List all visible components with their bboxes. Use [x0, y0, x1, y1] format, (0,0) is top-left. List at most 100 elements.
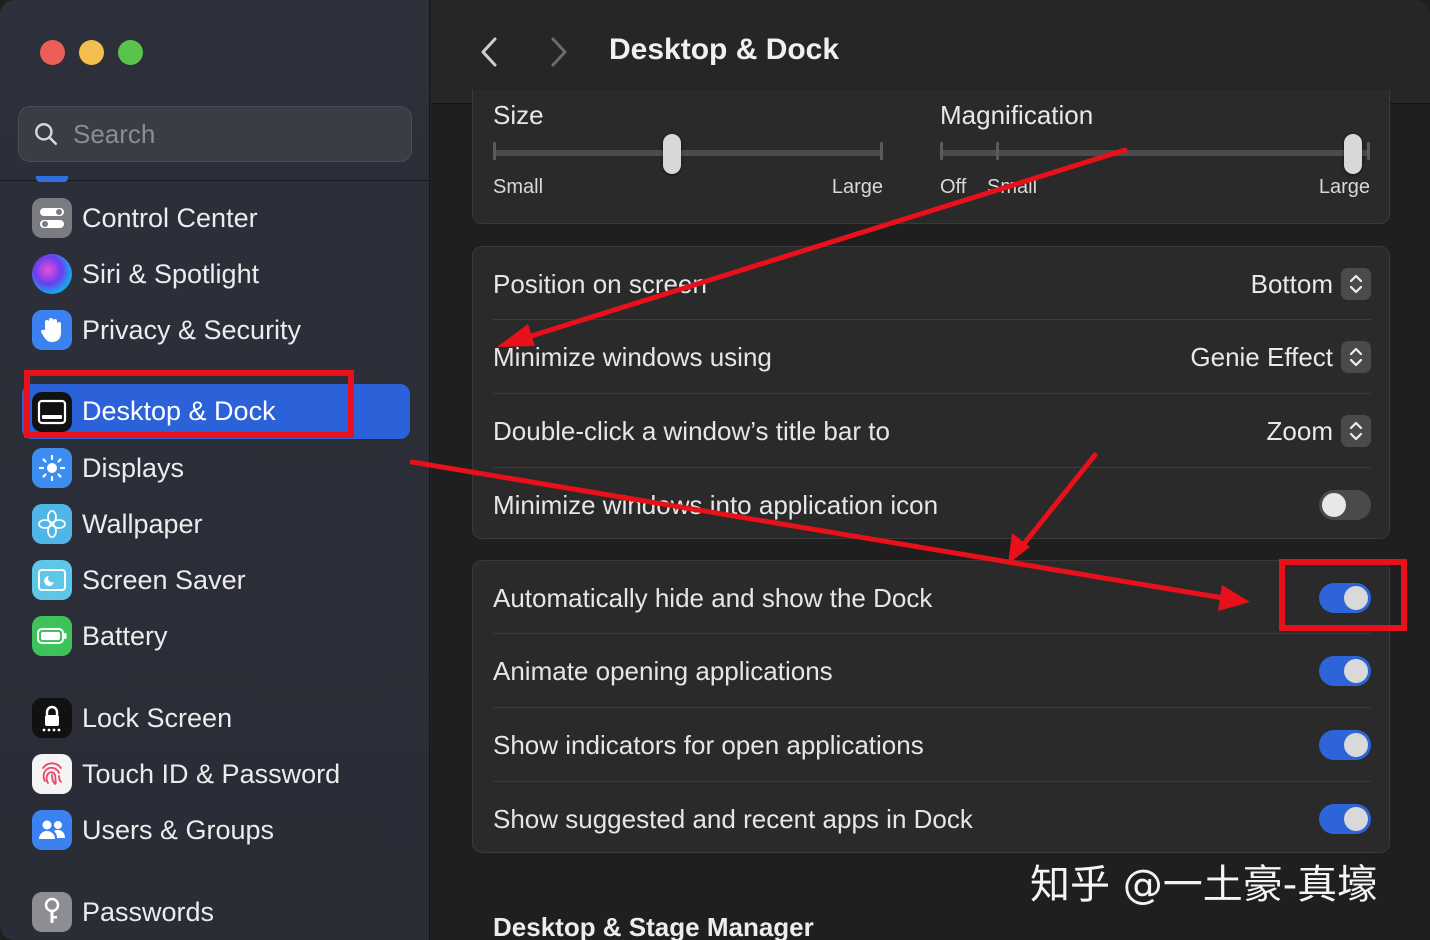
dock-behavior-card: Position on screen Bottom Minimize windo… — [472, 246, 1390, 539]
sun-icon — [32, 448, 72, 488]
size-min-label: Small — [493, 176, 544, 198]
sidebar-item-screen-saver[interactable]: Screen Saver — [22, 553, 410, 607]
minimize-effect-popup[interactable]: Genie Effect — [1190, 341, 1371, 373]
sidebar-item-label: Battery — [82, 620, 168, 651]
size-max-label: Large — [831, 176, 883, 198]
search-input[interactable] — [73, 118, 393, 150]
sidebar-item-label: Users & Groups — [82, 814, 275, 845]
indicators-toggle[interactable] — [1319, 730, 1371, 760]
updown-chevron-icon — [1341, 415, 1371, 447]
magnification-tick — [996, 142, 999, 160]
chevron-left-icon — [481, 37, 497, 67]
fingerprint-icon — [32, 754, 72, 794]
setting-row-autohide: Automatically hide and show the Dock — [493, 561, 1371, 635]
sidebar-item-label: Screen Saver — [82, 564, 246, 595]
popup-value: Genie Effect — [1190, 341, 1333, 372]
minimize-button[interactable] — [79, 40, 104, 65]
updown-chevron-icon — [1341, 268, 1371, 300]
magnification-title: Magnification — [940, 100, 1094, 130]
suggested-apps-toggle[interactable] — [1319, 804, 1371, 834]
position-popup[interactable]: Bottom — [1251, 268, 1371, 300]
size-slider-group: Size Small Large — [493, 100, 883, 198]
size-slider-knob[interactable] — [663, 134, 682, 174]
magnification-off-label: Off — [940, 176, 967, 198]
dock-size-card: Size Small Large Magnification Off Small… — [472, 90, 1390, 224]
forward-button[interactable] — [539, 32, 579, 72]
magnification-slider-track[interactable] — [940, 150, 1370, 156]
control-center-icon — [32, 198, 72, 238]
updown-chevron-icon — [1341, 341, 1371, 373]
double-click-popup[interactable]: Zoom — [1267, 415, 1371, 447]
sidebar: Control Center Siri & Spotlight Privacy … — [0, 0, 430, 940]
annotation-highlight-sidebar — [24, 370, 354, 438]
magnification-max-label: Large — [1318, 176, 1370, 198]
sidebar-item-label: Touch ID & Password — [82, 758, 341, 789]
battery-icon — [32, 616, 72, 656]
size-tick — [880, 142, 883, 160]
setting-label: Animate opening applications — [493, 655, 833, 686]
magnification-min-label: Small — [987, 176, 1038, 198]
setting-label: Show suggested and recent apps in Dock — [493, 803, 973, 834]
setting-row-minimize-effect: Minimize windows using Genie Effect — [493, 320, 1371, 394]
siri-icon — [32, 254, 72, 294]
titlebar: Desktop & Dock — [431, 0, 1430, 104]
setting-label: Minimize windows into application icon — [493, 489, 939, 520]
sidebar-item-label: Displays — [82, 452, 185, 483]
setting-row-position: Position on screen Bottom — [493, 247, 1371, 321]
sidebar-item-label: Privacy & Security — [82, 314, 302, 345]
sidebar-item-displays[interactable]: Displays — [22, 441, 410, 495]
setting-row-suggested-apps: Show suggested and recent apps in Dock — [493, 782, 1371, 856]
search-icon — [35, 123, 58, 146]
magnification-tick — [940, 142, 943, 160]
setting-label: Minimize windows using — [493, 341, 772, 372]
sidebar-item-label: Siri & Spotlight — [82, 258, 260, 289]
size-title: Size — [493, 100, 544, 130]
sidebar-item-control-center[interactable]: Control Center — [22, 191, 410, 245]
system-settings-window: Control Center Siri & Spotlight Privacy … — [0, 0, 1430, 940]
sidebar-item-touch-id[interactable]: Touch ID & Password — [22, 747, 410, 801]
sidebar-item-label: Wallpaper — [82, 508, 203, 539]
setting-label: Show indicators for open applications — [493, 729, 924, 760]
sidebar-item-users-groups[interactable]: Users & Groups — [22, 803, 410, 857]
sidebar-item-siri-spotlight[interactable]: Siri & Spotlight — [22, 247, 410, 301]
annotation-highlight-toggle — [1279, 559, 1407, 631]
users-icon — [32, 810, 72, 850]
page-title: Desktop & Dock — [609, 33, 840, 66]
screen-saver-icon — [32, 560, 72, 600]
flower-icon — [32, 504, 72, 544]
size-slider-track[interactable] — [493, 150, 883, 156]
sidebar-item-wallpaper[interactable]: Wallpaper — [22, 497, 410, 551]
window-controls — [40, 40, 143, 65]
sidebar-item-label: Passwords — [82, 896, 215, 927]
magnification-slider-knob[interactable] — [1344, 134, 1362, 174]
sidebar-item-label: Control Center — [82, 202, 258, 233]
close-button[interactable] — [40, 40, 65, 65]
main-pane: Desktop & Dock Size Small Large Magnific… — [431, 0, 1430, 940]
scrolled-item-peek — [36, 176, 68, 182]
magnification-slider-group: Magnification Off Small Large — [940, 100, 1370, 198]
popup-value: Bottom — [1250, 268, 1333, 299]
zoom-button[interactable] — [118, 40, 143, 65]
sidebar-item-label: Lock Screen — [82, 702, 233, 733]
size-tick — [493, 142, 496, 160]
hand-icon — [32, 310, 72, 350]
sidebar-item-lock-screen[interactable]: Lock Screen — [22, 691, 410, 745]
popup-value: Zoom — [1266, 415, 1333, 446]
back-button[interactable] — [469, 32, 509, 72]
section-heading: Desktop & Stage Manager — [493, 912, 814, 940]
chevron-right-icon — [551, 37, 567, 67]
dock-options-card: Automatically hide and show the Dock Ani… — [472, 560, 1390, 853]
setting-row-minimize-into-icon: Minimize windows into application icon — [493, 468, 1371, 542]
minimize-into-icon-toggle[interactable] — [1319, 490, 1371, 520]
sidebar-item-battery[interactable]: Battery — [22, 609, 410, 663]
animate-apps-toggle[interactable] — [1319, 656, 1371, 686]
sidebar-item-passwords[interactable]: Passwords — [22, 885, 410, 939]
watermark: 知乎 @一土豪-真壕 — [1030, 862, 1378, 908]
setting-row-animate: Animate opening applications — [493, 634, 1371, 708]
setting-row-indicators: Show indicators for open applications — [493, 708, 1371, 782]
setting-label: Automatically hide and show the Dock — [493, 582, 933, 613]
key-icon — [32, 892, 72, 932]
lock-icon — [32, 698, 72, 738]
sidebar-item-privacy-security[interactable]: Privacy & Security — [22, 303, 410, 357]
search-box[interactable] — [18, 106, 412, 162]
